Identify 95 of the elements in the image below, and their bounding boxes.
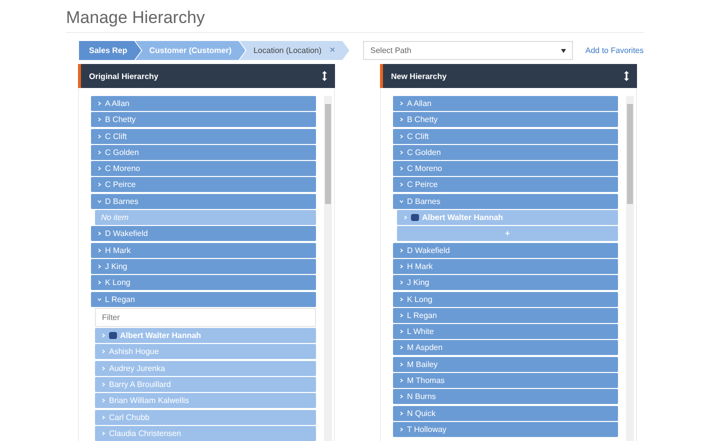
breadcrumb-step[interactable]: Location (Location) × <box>239 41 350 60</box>
tree-item[interactable]: L White <box>393 324 618 340</box>
tree-item[interactable]: C Golden <box>91 144 316 160</box>
caret-icon <box>399 150 404 155</box>
caret-icon <box>399 264 404 269</box>
caret-icon <box>101 398 106 404</box>
tree-item[interactable]: B Chetty <box>91 112 316 128</box>
add-button[interactable]: + <box>397 226 618 242</box>
tree-item[interactable]: C Clift <box>91 128 316 144</box>
caret-icon <box>97 198 102 204</box>
scrollbar[interactable] <box>324 96 332 441</box>
caret-icon <box>399 117 404 122</box>
add-favorites-link[interactable]: Add to Favorites <box>585 46 644 55</box>
tree-item[interactable]: Brian William Kalwellis <box>95 393 316 408</box>
caret-icon <box>101 333 106 338</box>
caret-icon <box>97 134 102 139</box>
tree-item[interactable]: Albert Walter Hannah <box>397 210 618 226</box>
caret-icon <box>399 329 404 334</box>
caret-icon <box>399 166 404 172</box>
tree-item[interactable]: A Allan <box>393 96 618 111</box>
tree-item[interactable]: D Barnes <box>393 194 618 209</box>
caret-icon <box>97 296 102 302</box>
tree-item[interactable]: Carl Chubb <box>95 410 316 425</box>
caret-icon <box>97 264 102 269</box>
tree-item[interactable]: N Burns <box>393 389 618 404</box>
caret-icon <box>399 410 404 416</box>
empty-note: No item <box>95 210 316 226</box>
breadcrumb-step[interactable]: Customer (Customer) <box>135 41 246 60</box>
caret-icon <box>101 349 106 354</box>
resize-icon[interactable] <box>322 71 327 81</box>
caret-icon <box>101 430 106 436</box>
tree-item[interactable]: C Golden <box>393 144 618 160</box>
caret-icon <box>97 117 102 122</box>
breadcrumb-step[interactable]: Sales Rep <box>79 41 142 60</box>
caret-icon <box>97 280 102 286</box>
tree-item[interactable]: M Aspden <box>393 340 618 356</box>
tree-item[interactable]: Barry A Brouillard <box>95 377 316 392</box>
tree-item[interactable]: Audrey Jurenka <box>95 360 316 376</box>
caret-icon <box>97 231 102 236</box>
tree-item[interactable]: C Peirce <box>393 177 618 192</box>
caret-icon <box>97 182 102 188</box>
tree-item[interactable]: C Peirce <box>91 177 316 192</box>
tree-item[interactable]: J King <box>91 258 316 274</box>
path-select[interactable]: Select Path <box>363 41 574 60</box>
tree-item[interactable]: N Quick <box>393 406 618 421</box>
tree-item[interactable]: Claudia Christensen <box>95 426 316 441</box>
caret-icon <box>399 296 404 302</box>
caret-icon <box>399 426 404 432</box>
tree-item[interactable]: M Bailey <box>393 356 618 372</box>
dropdown-caret-icon <box>561 48 566 52</box>
tree-item[interactable]: K Long <box>393 292 618 307</box>
close-icon[interactable]: × <box>330 45 336 56</box>
tree-item[interactable]: M Thomas <box>393 373 618 388</box>
tree-item[interactable]: C Clift <box>393 128 618 144</box>
caret-icon <box>97 248 102 253</box>
tree-item[interactable]: H Mark <box>393 258 618 274</box>
tree-item[interactable]: C Moreno <box>393 161 618 176</box>
filter-field[interactable]: Filter <box>95 308 316 327</box>
caret-icon <box>403 215 408 220</box>
caret-icon <box>399 312 404 318</box>
resize-icon[interactable] <box>624 71 629 81</box>
tree-item[interactable]: K Long <box>91 275 316 290</box>
caret-icon <box>97 166 102 172</box>
caret-icon <box>399 198 404 204</box>
tree-item[interactable]: L Regan <box>393 308 618 323</box>
caret-icon <box>97 150 102 155</box>
tree-item[interactable]: D Wakefield <box>91 226 316 242</box>
panel-title: Original Hierarchy <box>89 72 158 80</box>
caret-icon <box>399 248 404 253</box>
tree-item[interactable]: D Barnes <box>91 194 316 209</box>
panel-title: New Hierarchy <box>391 72 447 80</box>
tree-item[interactable]: B Chetty <box>393 112 618 128</box>
caret-icon <box>399 394 404 400</box>
caret-icon <box>399 280 404 286</box>
page-title: Manage Hierarchy <box>66 8 644 33</box>
caret-icon <box>101 414 106 420</box>
caret-icon <box>399 362 404 367</box>
tree-item[interactable]: L Regan <box>91 292 316 307</box>
caret-icon <box>399 134 404 139</box>
scrollbar[interactable] <box>626 96 634 441</box>
caret-icon <box>399 182 404 188</box>
tree-item[interactable]: J King <box>393 275 618 290</box>
caret-icon <box>399 378 404 384</box>
tree-item[interactable]: C Moreno <box>91 161 316 176</box>
tree-item[interactable]: Ashish Hogue <box>95 344 316 360</box>
tree-item[interactable]: Albert Walter Hannah <box>95 328 316 344</box>
tree-item[interactable]: A Allan <box>91 96 316 111</box>
caret-icon <box>399 101 404 106</box>
caret-icon <box>97 101 102 106</box>
tree-item[interactable]: T Holloway <box>393 422 618 437</box>
caret-icon <box>101 382 106 388</box>
caret-icon <box>101 366 106 371</box>
tree-item[interactable]: D Wakefield <box>393 242 618 258</box>
caret-icon <box>399 345 404 350</box>
tree-item[interactable]: H Mark <box>91 242 316 258</box>
